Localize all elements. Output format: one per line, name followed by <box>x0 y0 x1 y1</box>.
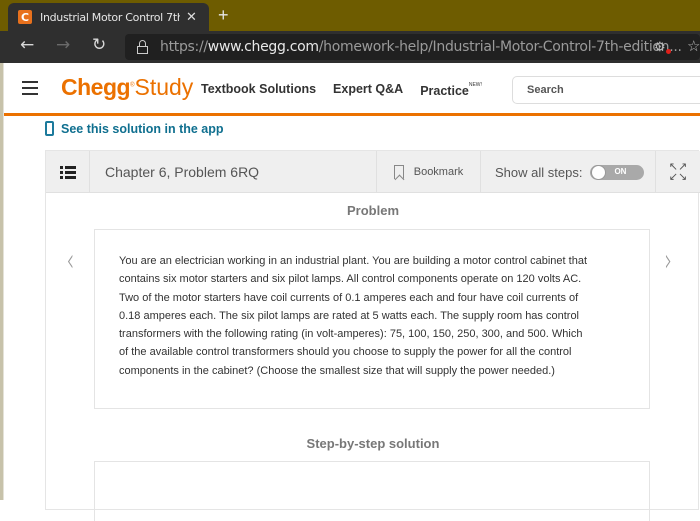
solution-box <box>94 461 650 521</box>
toggle-state: ON <box>614 166 627 176</box>
new-tab-button[interactable]: + <box>218 5 229 26</box>
url-path: /homework-help/Industrial-Motor-Control-… <box>318 39 682 55</box>
nav-textbook-solutions[interactable]: Textbook Solutions <box>201 82 316 98</box>
problem-line: transformers with the following rating (… <box>119 328 583 341</box>
solution-card: Chapter 6, Problem 6RQ Bookmark Show all… <box>45 150 700 521</box>
problem-line: components in the cabinet? (Choose the s… <box>119 364 555 377</box>
new-badge: NEW! <box>468 82 482 88</box>
logo-chegg: Chegg <box>61 74 131 100</box>
list-icon <box>59 166 76 179</box>
problem-box: You are an electrician working in an ind… <box>94 229 650 409</box>
main-nav: Textbook Solutions Expert Q&A PracticeNE… <box>201 82 499 98</box>
expand-button[interactable]: ↖↗ ↙↘ <box>656 151 700 193</box>
nav-practice[interactable]: PracticeNEW! <box>420 82 482 98</box>
chapter-list-button[interactable] <box>46 151 90 193</box>
browser-addressbar: ← → ↻ https://www.chegg.com/homework-hel… <box>0 31 700 63</box>
tab-title: Industrial Motor Control 7th Edit <box>40 10 180 24</box>
url-scheme: https:// <box>160 39 208 55</box>
hamburger-menu-icon[interactable] <box>22 81 38 99</box>
chegg-favicon-icon: C <box>18 10 32 24</box>
back-arrow-icon[interactable]: ← <box>20 35 34 55</box>
nav-practice-label: Practice <box>420 84 469 98</box>
search-input[interactable]: Search <box>512 76 700 104</box>
nav-expert-qa[interactable]: Expert Q&A <box>333 82 403 98</box>
previous-arrow-icon[interactable]: ‹ <box>67 241 75 279</box>
problem-line: You are an electrician working in an ind… <box>119 255 587 267</box>
header-divider <box>4 113 700 116</box>
chapter-label: Chapter 6, Problem 6RQ <box>105 164 260 180</box>
show-steps-cell: Show all steps: ON <box>481 151 656 193</box>
site-header: Chegg®Study Textbook Solutions Expert Q&… <box>4 63 700 114</box>
problem-heading: Problem <box>346 203 399 218</box>
forward-arrow-icon[interactable]: → <box>56 35 70 55</box>
problem-line: contains six motor starters and six pilo… <box>119 273 582 286</box>
bookmark-icon <box>393 165 404 179</box>
solution-toolbar: Chapter 6, Problem 6RQ Bookmark Show all… <box>46 151 700 193</box>
show-steps-toggle[interactable]: ON <box>590 164 645 180</box>
logo-study: Study <box>134 74 194 100</box>
problem-line: Two of the motor starters have coil curr… <box>119 291 579 304</box>
problem-line: 0.18 amperes each. The six pilot lamps a… <box>119 309 580 322</box>
bookmark-button[interactable]: Bookmark <box>377 151 481 193</box>
problem-text: You are an electrician working in an ind… <box>119 252 625 380</box>
url-input[interactable]: https://www.chegg.com/homework-help/Indu… <box>125 34 700 60</box>
solution-heading: Step-by-step solution <box>306 436 440 451</box>
bookmark-label: Bookmark <box>413 166 464 178</box>
url-text: https://www.chegg.com/homework-help/Indu… <box>160 39 682 55</box>
next-arrow-icon[interactable]: › <box>665 241 673 279</box>
phone-icon <box>45 121 54 136</box>
chapter-cell: Chapter 6, Problem 6RQ <box>90 151 377 193</box>
lock-icon <box>137 40 148 54</box>
see-in-app-label: See this solution in the app <box>61 121 224 136</box>
see-in-app-link[interactable]: See this solution in the app <box>45 121 224 136</box>
url-host: www.chegg.com <box>207 39 319 55</box>
toggle-knob <box>591 164 607 180</box>
browser-tab[interactable]: C Industrial Motor Control 7th Edit ✕ <box>8 3 209 31</box>
expand-icon: ↖↗ ↙↘ <box>668 160 688 183</box>
chegg-study-logo[interactable]: Chegg®Study <box>61 74 193 101</box>
close-tab-icon[interactable]: ✕ <box>186 9 197 25</box>
favorite-star-icon[interactable]: ☆ <box>687 37 700 55</box>
browser-titlebar: C Industrial Motor Control 7th Edit ✕ + <box>0 0 700 31</box>
show-steps-label: Show all steps: <box>495 164 583 180</box>
reload-icon[interactable]: ↻ <box>92 35 106 55</box>
window-edge-highlight <box>3 63 4 500</box>
extension-badge-icon <box>666 49 671 54</box>
problem-line: of the available control transformers sh… <box>119 346 572 359</box>
extension-icon[interactable]: ⚙ <box>654 39 666 55</box>
